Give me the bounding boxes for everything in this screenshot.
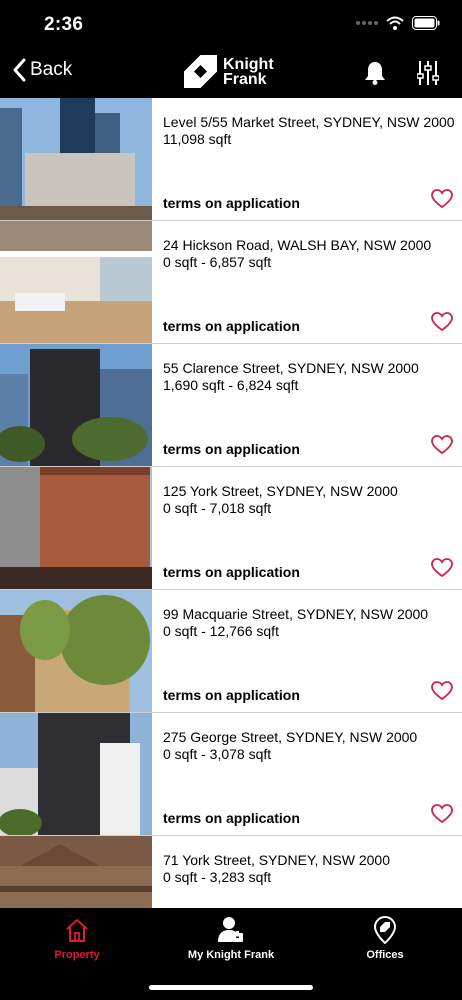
listing-address: 125 York Street, SYDNEY, NSW 2000	[163, 483, 398, 499]
property-photo	[0, 221, 152, 343]
back-label: Back	[30, 59, 73, 80]
listing-terms: terms on application	[163, 441, 300, 457]
sliders-icon	[416, 61, 440, 85]
tab-label: Property	[54, 949, 100, 961]
listing-area: 0 sqft - 3,078 sqft	[163, 746, 272, 762]
listing-address: Level 5/55 Market Street, SYDNEY, NSW 20…	[163, 114, 455, 130]
heart-icon	[431, 435, 453, 455]
property-listing[interactable]: 24 Hickson Road, WALSH BAY, NSW 2000 0 s…	[0, 221, 462, 344]
wifi-icon	[386, 16, 404, 30]
status-time: 2:36	[44, 14, 84, 35]
listing-address: 99 Macquarie Street, SYDNEY, NSW 2000	[163, 606, 429, 622]
logo-mark-icon	[184, 55, 217, 88]
logo-text-line2: Frank	[223, 70, 267, 88]
listing-area: 0 sqft - 7,018 sqft	[163, 500, 272, 516]
notifications-button[interactable]	[364, 61, 386, 90]
listing-terms: terms on application	[163, 810, 300, 826]
heart-icon	[431, 681, 453, 701]
back-button[interactable]: Back	[12, 58, 72, 82]
chevron-left-icon	[13, 58, 26, 82]
tab-my-knight-frank[interactable]: My Knight Frank	[154, 908, 308, 968]
favorite-button[interactable]	[431, 189, 453, 214]
status-icons	[356, 16, 440, 30]
logo-text-line1: Knight	[223, 55, 274, 73]
property-listing[interactable]: 125 York Street, SYDNEY, NSW 2000 0 sqft…	[0, 467, 462, 590]
house-icon	[66, 919, 88, 942]
property-photo	[0, 467, 152, 589]
property-photo	[0, 836, 152, 908]
user-briefcase-icon	[218, 917, 243, 942]
favorite-button[interactable]	[431, 312, 453, 337]
listing-terms: terms on application	[163, 318, 300, 334]
tab-label: Offices	[366, 949, 404, 961]
property-listing[interactable]: 55 Clarence Street, SYDNEY, NSW 2000 1,6…	[0, 344, 462, 467]
listing-area: 0 sqft - 3,283 sqft	[163, 869, 272, 885]
heart-icon	[431, 189, 453, 209]
favorite-button[interactable]	[431, 804, 453, 829]
property-photo	[0, 344, 152, 466]
listing-area: 0 sqft - 6,857 sqft	[163, 254, 272, 270]
listing-address: 71 York Street, SYDNEY, NSW 2000	[163, 852, 390, 868]
map-pin-icon	[374, 916, 396, 944]
battery-icon	[412, 16, 440, 30]
knight-frank-logo: Knight Frank	[184, 55, 274, 88]
favorite-button[interactable]	[431, 558, 453, 583]
property-listing[interactable]: 99 Macquarie Street, SYDNEY, NSW 2000 0 …	[0, 590, 462, 713]
property-listing[interactable]: Level 5/55 Market Street, SYDNEY, NSW 20…	[0, 98, 462, 221]
property-listing[interactable]: 275 George Street, SYDNEY, NSW 2000 0 sq…	[0, 713, 462, 836]
filter-button[interactable]	[416, 60, 440, 91]
status-bar: 2:36	[0, 0, 462, 50]
tab-offices[interactable]: Offices	[308, 908, 462, 968]
listing-terms: terms on application	[163, 195, 300, 211]
home-indicator[interactable]	[149, 985, 313, 990]
heart-icon	[431, 312, 453, 332]
property-photo	[0, 98, 152, 220]
property-photo	[0, 713, 152, 835]
listing-area: 0 sqft - 12,766 sqft	[163, 623, 279, 639]
property-listing[interactable]: 71 York Street, SYDNEY, NSW 2000 0 sqft …	[0, 836, 462, 908]
tab-property[interactable]: Property	[0, 908, 154, 968]
listing-terms: terms on application	[163, 564, 300, 580]
tab-label: My Knight Frank	[187, 949, 275, 961]
signal-icon	[356, 21, 378, 25]
heart-icon	[431, 558, 453, 578]
bell-icon	[365, 62, 385, 85]
listing-address: 24 Hickson Road, WALSH BAY, NSW 2000	[163, 237, 432, 253]
listing-address: 55 Clarence Street, SYDNEY, NSW 2000	[163, 360, 419, 376]
property-photo	[0, 590, 152, 712]
listing-area: 11,098 sqft	[163, 131, 232, 147]
property-list[interactable]: Level 5/55 Market Street, SYDNEY, NSW 20…	[0, 98, 462, 908]
heart-icon	[431, 804, 453, 824]
listing-area: 1,690 sqft - 6,824 sqft	[163, 377, 299, 393]
listing-terms: terms on application	[163, 687, 300, 703]
favorite-button[interactable]	[431, 681, 453, 706]
favorite-button[interactable]	[431, 435, 453, 460]
nav-bar: Back Knight Frank	[0, 50, 462, 98]
listing-address: 275 George Street, SYDNEY, NSW 2000	[163, 729, 418, 745]
